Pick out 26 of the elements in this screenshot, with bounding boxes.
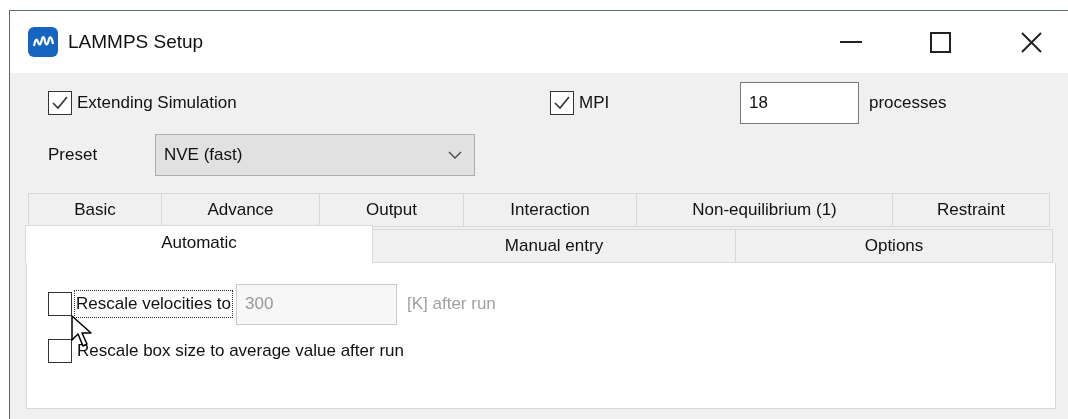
checkbox-label: MPI — [578, 92, 611, 115]
preset-label: Preset — [48, 144, 99, 167]
tab[interactable]: Non-equilibrium (1) — [636, 193, 893, 227]
checkbox[interactable] — [48, 338, 72, 363]
chevron-down-icon — [448, 151, 462, 159]
tab[interactable]: Interaction — [463, 193, 637, 227]
tab[interactable]: Manual entry — [372, 229, 736, 263]
close-icon[interactable] — [1021, 31, 1042, 53]
checkbox-label: Extending Simulation — [76, 92, 238, 115]
preset-dropdown[interactable]: NVE (fast) — [155, 134, 475, 176]
tab[interactable]: Automatic — [25, 225, 373, 263]
window-title: LAMMPS Setup — [68, 29, 204, 54]
checkbox-label: Rescale box size to average value after run — [76, 340, 405, 362]
tab[interactable]: Options — [735, 229, 1053, 263]
tab[interactable]: Basic — [28, 193, 162, 227]
checkbox-label: Rescale velocities to — [74, 290, 233, 318]
processes-label: processes — [869, 92, 947, 115]
processes-field[interactable]: 18 — [740, 82, 859, 124]
maximize-icon[interactable] — [930, 31, 951, 53]
app-icon — [28, 27, 58, 57]
minimize-icon[interactable] — [840, 40, 862, 44]
unit-label: [K] after run — [406, 293, 496, 316]
checkbox[interactable] — [550, 91, 574, 115]
tab[interactable]: Output — [319, 193, 464, 227]
tab[interactable]: Restraint — [892, 193, 1050, 227]
checkbox[interactable] — [48, 91, 72, 115]
